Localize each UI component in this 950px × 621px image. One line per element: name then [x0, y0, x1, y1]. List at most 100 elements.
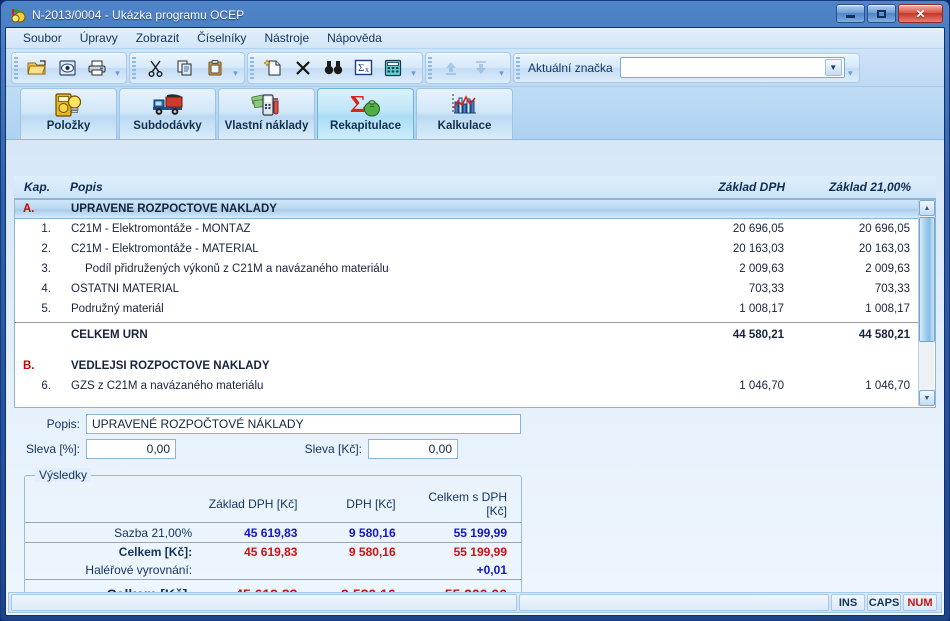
table-row[interactable]: 3. Podíl přidružených výkonů z C21M a na…: [15, 259, 935, 279]
meter-bulb-icon: [53, 92, 85, 118]
toolbar-overflow-chevron[interactable]: ▾: [496, 53, 507, 83]
popis-value: UPRAVENÉ ROZPOČTOVÉ NÁKLADY: [92, 417, 304, 431]
column-header-popis[interactable]: Popis: [60, 180, 671, 194]
table-row[interactable]: A. UPRAVENÉ ROZPOČTOVÉ NÁKLADY: [15, 199, 935, 219]
status-badge-ins[interactable]: INS: [831, 594, 865, 611]
cell-num: 6.: [41, 380, 51, 392]
column-header-kap[interactable]: Kap.: [14, 180, 60, 194]
cut-button[interactable]: [140, 54, 170, 82]
calculator-button[interactable]: [378, 54, 408, 82]
tab-subdodavky[interactable]: Subdodávky: [119, 88, 216, 139]
table-row[interactable]: 5. Podružný materiál 1 008,17 1 008,17: [15, 299, 935, 319]
cell-popis: UPRAVENÉ ROZPOČTOVÉ NÁKLADY: [71, 203, 277, 215]
toolbar-gripper[interactable]: [428, 56, 432, 79]
print-button[interactable]: [82, 54, 112, 82]
status-badge-num[interactable]: NUM: [903, 594, 937, 611]
results-rounding-zaklad: [202, 561, 313, 580]
sleva-czk-label: Sleva [Kč]:: [304, 442, 362, 456]
grid-body: A. UPRAVENÉ ROZPOČTOVÉ NÁKLADY 1. C21M -…: [14, 198, 936, 408]
tab-vlastni-naklady[interactable]: Vlastní náklady: [218, 88, 315, 139]
scrollbar-thumb[interactable]: [919, 217, 935, 342]
column-header-zaklad-21[interactable]: Základ 21,00%: [801, 180, 936, 194]
cell-zaklad-21: 20 696,05: [858, 223, 910, 235]
ocep-app-icon: [9, 7, 27, 23]
cell-zaklad-21: 703,33: [874, 283, 910, 295]
maximize-button[interactable]: [867, 4, 896, 23]
menu-item-napoveda[interactable]: Nápověda: [318, 29, 391, 47]
menu-item-nastroje[interactable]: Nástroje: [255, 29, 318, 47]
recapitulation-grid: Kap. Popis Základ DPH Základ 21,00% A. U…: [14, 176, 936, 408]
table-row[interactable]: 4. OSTATNÍ MATERIÁL 703,33 703,33: [15, 279, 935, 299]
results-rounding-celkem: +0,01: [476, 563, 507, 577]
column-header-zaklad-dph[interactable]: Základ DPH: [671, 180, 801, 194]
tab-kalkulace[interactable]: Kalkulace: [416, 88, 513, 139]
cell-zaklad-dph: 1 008,17: [739, 303, 784, 315]
toolbar-gripper[interactable]: [250, 56, 254, 79]
grid-vertical-scrollbar[interactable]: ▲ ▼: [918, 200, 935, 406]
cell-num: 5.: [41, 303, 51, 315]
money-pump-icon: [250, 92, 283, 118]
toolbar-overflow-chevron[interactable]: ▾: [408, 53, 419, 83]
toolbar-group-clipboard: ▾: [129, 51, 245, 84]
svg-text:Σ: Σ: [350, 92, 366, 118]
popis-label: Popis:: [46, 417, 80, 431]
scroll-up-button[interactable]: ▲: [919, 200, 935, 216]
scroll-down-button[interactable]: ▼: [919, 390, 935, 406]
toolbar-overflow-chevron[interactable]: ▾: [845, 53, 856, 83]
table-row[interactable]: 1. C21M - Elektromontáže - MONTÁŽ 20 696…: [15, 219, 935, 239]
paste-button[interactable]: [200, 54, 230, 82]
cell-kap: B.: [23, 360, 35, 372]
cell-kap: A.: [23, 203, 35, 215]
caption-button-group: ✕: [836, 4, 943, 23]
toolbar-overflow-chevron[interactable]: ▾: [112, 53, 123, 83]
results-subtotal-label: Celkem [Kč]:: [118, 545, 193, 559]
minimize-button[interactable]: [836, 4, 865, 23]
toolbar-overflow-chevron[interactable]: ▾: [230, 53, 241, 83]
move-down-button[interactable]: [466, 54, 496, 82]
table-row[interactable]: 6. GZS z C21M a navázaného materiálu 1 0…: [15, 376, 935, 396]
menu-item-zobrazit[interactable]: Zobrazit: [127, 29, 188, 47]
results-header-celkem: Celkem s DPH [Kč]: [428, 490, 507, 518]
grid-header-row: Kap. Popis Základ DPH Základ 21,00%: [14, 176, 936, 198]
table-row[interactable]: 2. C21M - Elektromontáže - MATERIÁL 20 1…: [15, 239, 935, 259]
toolbar-group-edit: Σ x ▾: [247, 51, 423, 84]
toolbar-gripper[interactable]: [14, 56, 18, 79]
new-button[interactable]: [258, 54, 288, 82]
sleva-percent-input[interactable]: 0,00: [86, 439, 176, 459]
cell-zaklad-21: 2 009,63: [865, 263, 910, 275]
results-subtotal-zaklad: 45 619,83: [244, 545, 298, 559]
status-badge-caps[interactable]: CAPS: [867, 594, 901, 611]
toolbar-gripper[interactable]: [132, 56, 136, 79]
results-subtotal-dph: 9 580,16: [348, 545, 396, 559]
menu-item-upravy[interactable]: Úpravy: [71, 29, 127, 47]
sum-button[interactable]: Σ x: [348, 54, 378, 82]
toolbar-gripper[interactable]: [516, 56, 520, 79]
close-button[interactable]: ✕: [898, 4, 943, 23]
menu-item-ciselniky[interactable]: Číselníky: [188, 29, 255, 47]
copy-button[interactable]: [170, 54, 200, 82]
menu-item-soubor[interactable]: Soubor: [14, 29, 71, 47]
sleva-czk-input[interactable]: 0,00: [368, 439, 458, 459]
popis-input[interactable]: UPRAVENÉ ROZPOČTOVÉ NÁKLADY: [86, 414, 521, 434]
tab-label: Položky: [46, 120, 91, 132]
marker-combobox[interactable]: ▼: [619, 57, 845, 78]
preview-button[interactable]: [52, 54, 82, 82]
sleva-field-row: Sleva [%]: 0,00 Sleva [Kč]: 0,00: [14, 439, 534, 459]
cell-zaklad-21: 1 046,70: [865, 380, 910, 392]
results-rate-label: Sazba 21,00%: [114, 525, 193, 540]
results-subtotal-celkem: 55 199,99: [453, 545, 507, 559]
table-row[interactable]: B. VEDLEJŠÍ ROZPOČTOVÉ NÁKLADY: [15, 356, 935, 376]
tab-label: Subdodávky: [133, 120, 202, 132]
tab-polozky[interactable]: Položky: [20, 88, 117, 139]
results-row-subtotal: Celkem [Kč]: 45 619,83 9 580,16 55 199,9…: [25, 543, 521, 561]
delete-button[interactable]: [288, 54, 318, 82]
move-up-button[interactable]: [436, 54, 466, 82]
open-button[interactable]: [22, 54, 52, 82]
cell-popis: Podíl přidružených výkonů z C21M a naváz…: [85, 263, 389, 275]
find-button[interactable]: [318, 54, 348, 82]
tab-rekapitulace[interactable]: Σ Rekapitulace: [317, 88, 414, 139]
table-row-total[interactable]: CELKEM URN 44 580,21 44 580,21: [15, 322, 935, 346]
table-row-spacer: [15, 346, 935, 356]
chevron-down-icon[interactable]: ▼: [824, 59, 842, 76]
toolbar: ▾ ▾ Σ x ▾ ▾ Aktuální značka ▼ ▾: [6, 49, 944, 87]
